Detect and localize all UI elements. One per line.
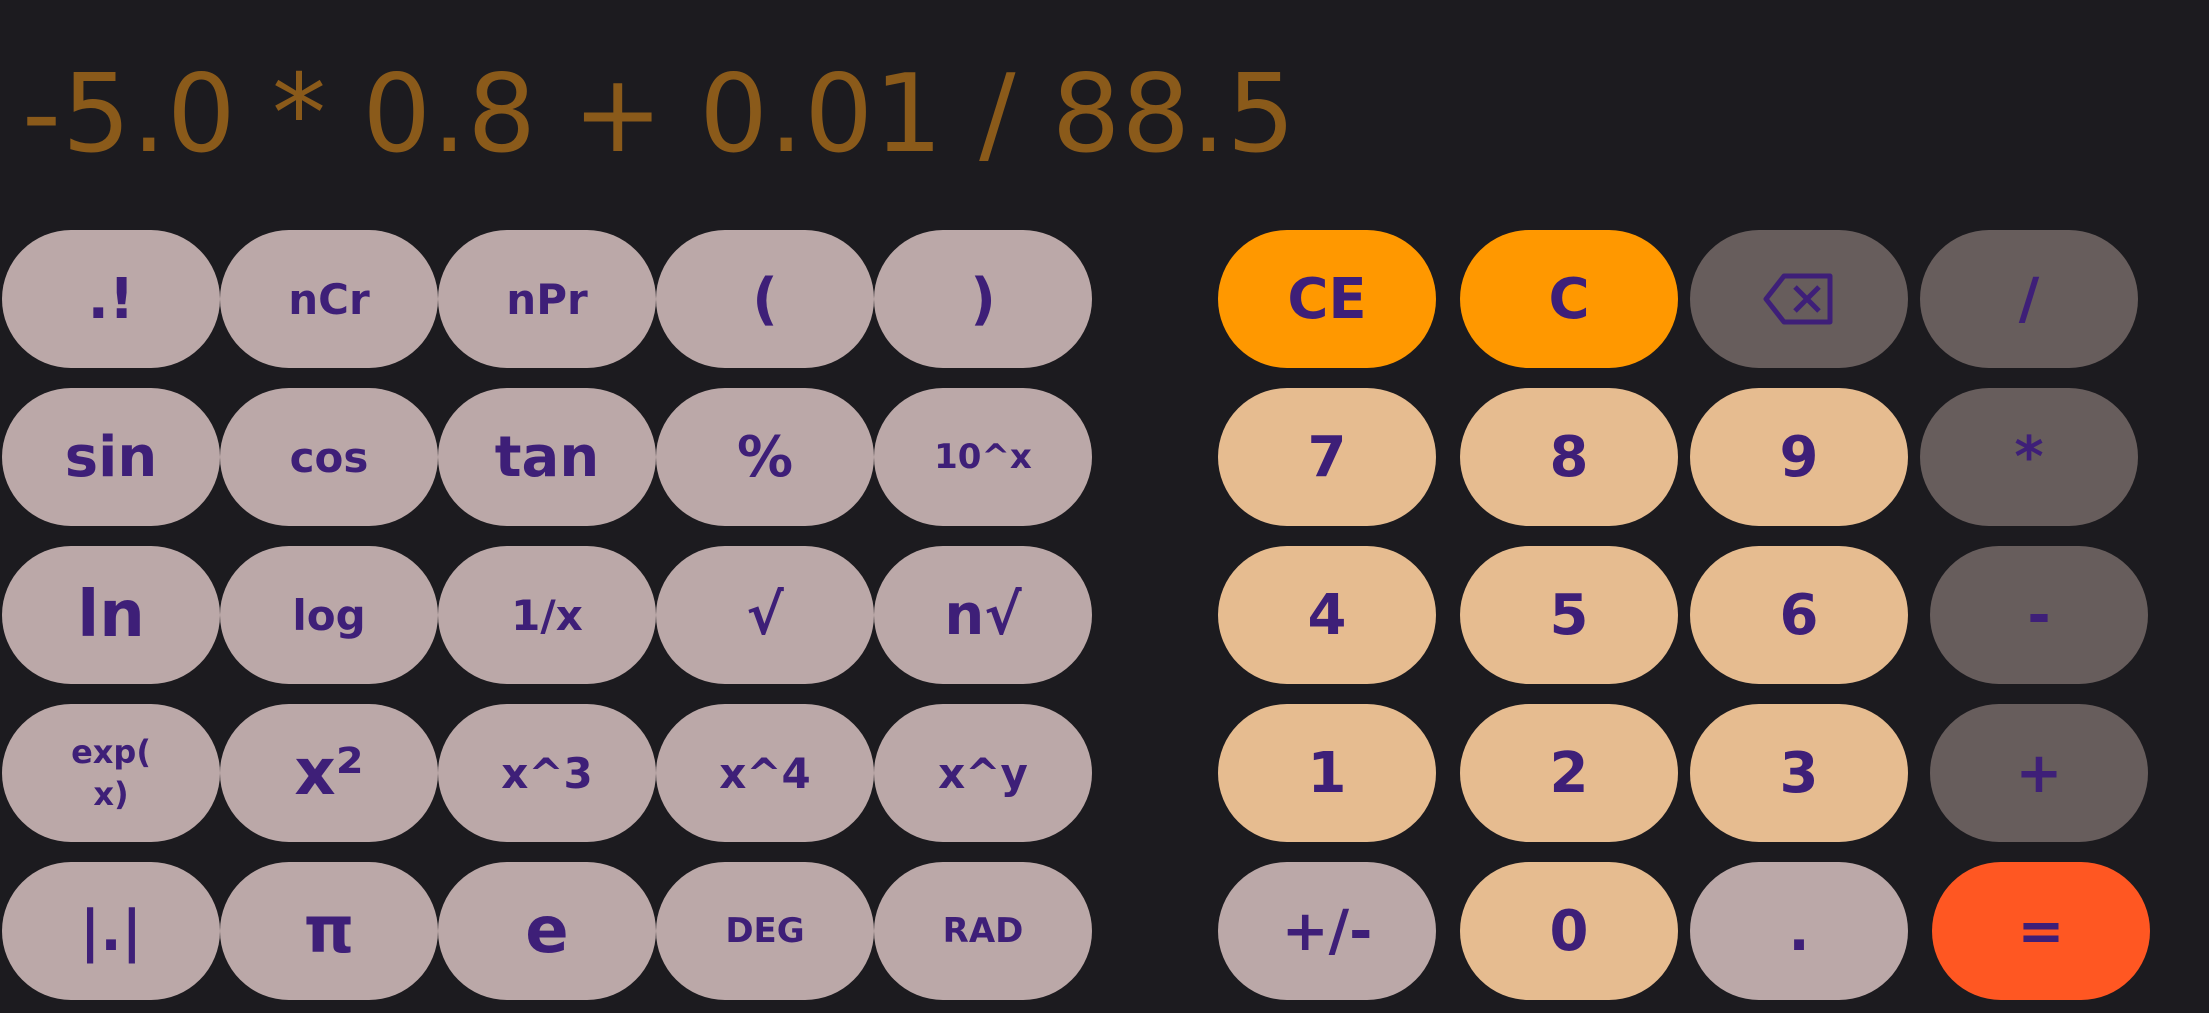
digit-2-button[interactable]: 2 bbox=[1460, 704, 1678, 842]
absolute-value-button[interactable]: |.| bbox=[2, 862, 220, 1000]
e-button[interactable]: e bbox=[438, 862, 656, 1000]
nth-root-button[interactable]: n√ bbox=[874, 546, 1092, 684]
add-button[interactable]: + bbox=[1930, 704, 2148, 842]
exp-button[interactable]: exp( x) bbox=[2, 704, 220, 842]
digit-3-button[interactable]: 3 bbox=[1690, 704, 1908, 842]
deg-button[interactable]: DEG bbox=[656, 862, 874, 1000]
divide-button[interactable]: / bbox=[1920, 230, 2138, 368]
digit-1-button[interactable]: 1 bbox=[1218, 704, 1436, 842]
digit-7-button[interactable]: 7 bbox=[1218, 388, 1436, 526]
ncr-button[interactable]: nCr bbox=[220, 230, 438, 368]
backspace-button[interactable] bbox=[1690, 230, 1908, 368]
negate-button[interactable]: +/- bbox=[1218, 862, 1436, 1000]
digit-0-button[interactable]: 0 bbox=[1460, 862, 1678, 1000]
rad-button[interactable]: RAD bbox=[874, 862, 1092, 1000]
close-paren-button[interactable]: ) bbox=[874, 230, 1092, 368]
digit-4-button[interactable]: 4 bbox=[1218, 546, 1436, 684]
reciprocal-button[interactable]: 1/x bbox=[438, 546, 656, 684]
expression-display: -5.0 * 0.8 + 0.01 / 88.5 bbox=[22, 52, 1297, 177]
decimal-point-button[interactable]: . bbox=[1690, 862, 1908, 1000]
cos-button[interactable]: cos bbox=[220, 388, 438, 526]
pi-button[interactable]: π bbox=[220, 862, 438, 1000]
subtract-button[interactable]: - bbox=[1930, 546, 2148, 684]
clear-button[interactable]: C bbox=[1460, 230, 1678, 368]
open-paren-button[interactable]: ( bbox=[656, 230, 874, 368]
digit-5-button[interactable]: 5 bbox=[1460, 546, 1678, 684]
log-button[interactable]: log bbox=[220, 546, 438, 684]
sin-button[interactable]: sin bbox=[2, 388, 220, 526]
clear-entry-button[interactable]: CE bbox=[1218, 230, 1436, 368]
cube-button[interactable]: x^3 bbox=[438, 704, 656, 842]
backspace-icon bbox=[1762, 272, 1836, 326]
square-button[interactable]: x² bbox=[220, 704, 438, 842]
digit-6-button[interactable]: 6 bbox=[1690, 546, 1908, 684]
square-root-button[interactable]: √ bbox=[656, 546, 874, 684]
ten-power-x-button[interactable]: 10^x bbox=[874, 388, 1092, 526]
npr-button[interactable]: nPr bbox=[438, 230, 656, 368]
power-button[interactable]: x^y bbox=[874, 704, 1092, 842]
tan-button[interactable]: tan bbox=[438, 388, 656, 526]
fourth-power-button[interactable]: x^4 bbox=[656, 704, 874, 842]
equals-button[interactable]: = bbox=[1932, 862, 2150, 1000]
digit-8-button[interactable]: 8 bbox=[1460, 388, 1678, 526]
ln-button[interactable]: ln bbox=[2, 546, 220, 684]
digit-9-button[interactable]: 9 bbox=[1690, 388, 1908, 526]
percent-button[interactable]: % bbox=[656, 388, 874, 526]
multiply-button[interactable]: * bbox=[1920, 388, 2138, 526]
factorial-button[interactable]: .! bbox=[2, 230, 220, 368]
